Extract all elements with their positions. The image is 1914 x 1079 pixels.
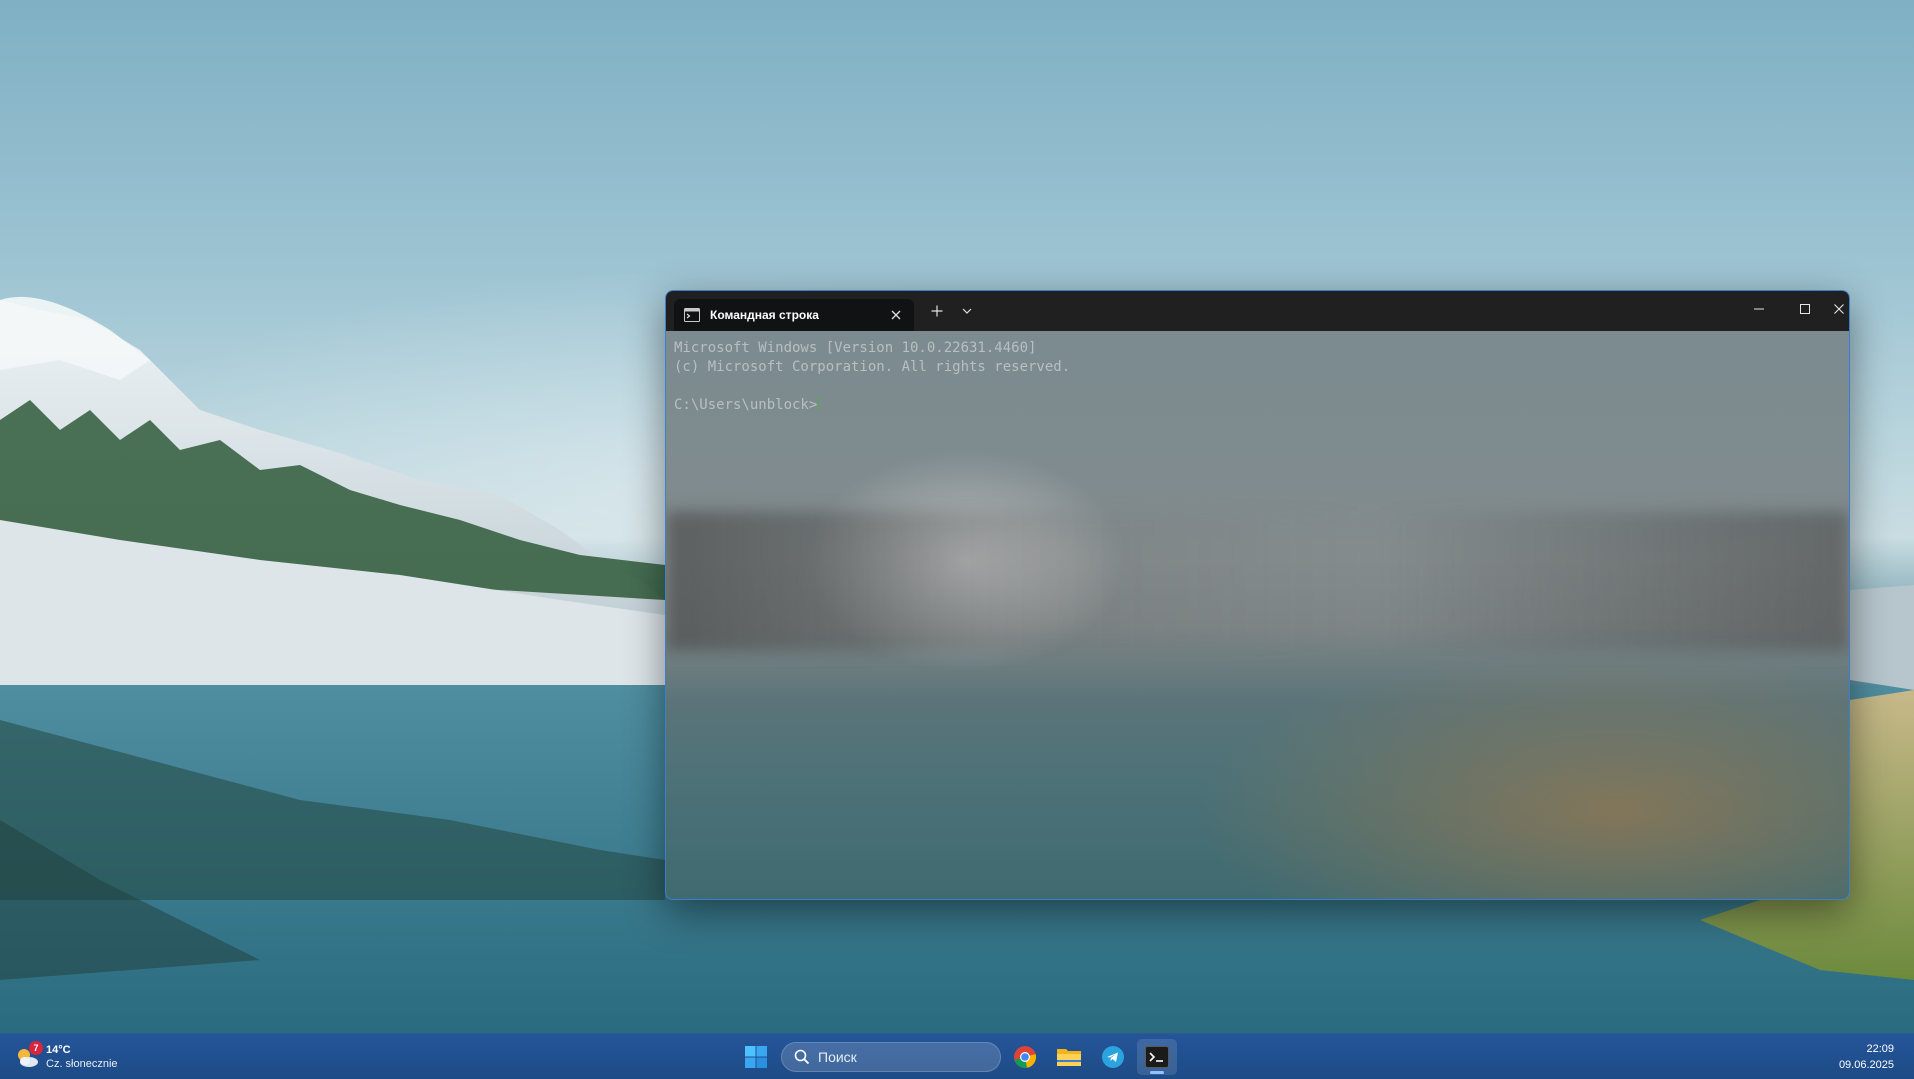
minimize-icon bbox=[1754, 308, 1764, 310]
prompt-text: C:\Users\unblock> bbox=[674, 397, 818, 413]
taskbar-app-terminal[interactable] bbox=[1137, 1039, 1177, 1075]
start-icon bbox=[745, 1046, 767, 1068]
taskbar-app-file-explorer[interactable] bbox=[1049, 1039, 1089, 1075]
terminal-window[interactable]: Командная строка Microsoft Windows [Vers… bbox=[665, 290, 1850, 900]
search-icon bbox=[794, 1049, 810, 1065]
weather-sun-cloud-icon: 7 bbox=[14, 1041, 43, 1071]
maximize-button[interactable] bbox=[1782, 291, 1828, 327]
weather-temperature: 14°C bbox=[46, 1043, 71, 1056]
title-bar[interactable]: Командная строка bbox=[666, 291, 1849, 331]
minimize-button[interactable] bbox=[1736, 291, 1782, 327]
new-tab-button[interactable] bbox=[922, 297, 952, 325]
console-output: Microsoft Windows [Version 10.0.22631.44… bbox=[674, 339, 1070, 415]
weather-description: Cz. słonecznie bbox=[46, 1057, 118, 1070]
taskbar-app-telegram[interactable] bbox=[1093, 1039, 1133, 1075]
tab-command-prompt[interactable]: Командная строка bbox=[674, 299, 914, 331]
console-area[interactable]: Microsoft Windows [Version 10.0.22631.44… bbox=[666, 331, 1849, 899]
weather-badge: 7 bbox=[29, 1041, 43, 1055]
active-app-indicator bbox=[1150, 1071, 1164, 1074]
weather-widget[interactable]: 7 14°C Cz. słonecznie bbox=[14, 1040, 118, 1074]
cmd-icon bbox=[684, 308, 700, 322]
tab-title: Командная строка bbox=[710, 308, 819, 322]
search-placeholder: Поиск bbox=[818, 1049, 857, 1065]
taskbar-app-chrome[interactable] bbox=[1005, 1039, 1045, 1075]
close-icon bbox=[1834, 304, 1844, 314]
terminal-icon bbox=[1145, 1046, 1169, 1068]
file-explorer-icon bbox=[1057, 1049, 1081, 1066]
maximize-icon bbox=[1800, 304, 1810, 314]
close-window-button[interactable] bbox=[1828, 291, 1849, 327]
chevron-down-icon bbox=[962, 308, 972, 314]
start-button[interactable] bbox=[740, 1042, 772, 1072]
console-line: (c) Microsoft Corporation. All rights re… bbox=[674, 359, 1071, 375]
close-icon bbox=[891, 310, 901, 320]
system-clock[interactable]: 22:09 09.06.2025 bbox=[1839, 1041, 1894, 1073]
text-cursor bbox=[818, 396, 820, 412]
console-line: Microsoft Windows [Version 10.0.22631.44… bbox=[674, 340, 1037, 356]
close-tab-button[interactable] bbox=[882, 301, 910, 329]
console-prompt[interactable]: C:\Users\unblock> bbox=[674, 396, 1070, 415]
taskbar-search[interactable]: Поиск bbox=[781, 1042, 1001, 1072]
clock-time: 22:09 bbox=[1866, 1043, 1894, 1055]
plus-icon bbox=[931, 305, 943, 317]
clock-date: 09.06.2025 bbox=[1838, 1059, 1894, 1071]
taskbar: 7 14°C Cz. słonecznie Поиск 22:09 09.06.… bbox=[0, 1033, 1914, 1079]
telegram-icon bbox=[1102, 1046, 1124, 1068]
tab-dropdown-button[interactable] bbox=[952, 297, 982, 325]
chrome-icon bbox=[1014, 1046, 1037, 1068]
